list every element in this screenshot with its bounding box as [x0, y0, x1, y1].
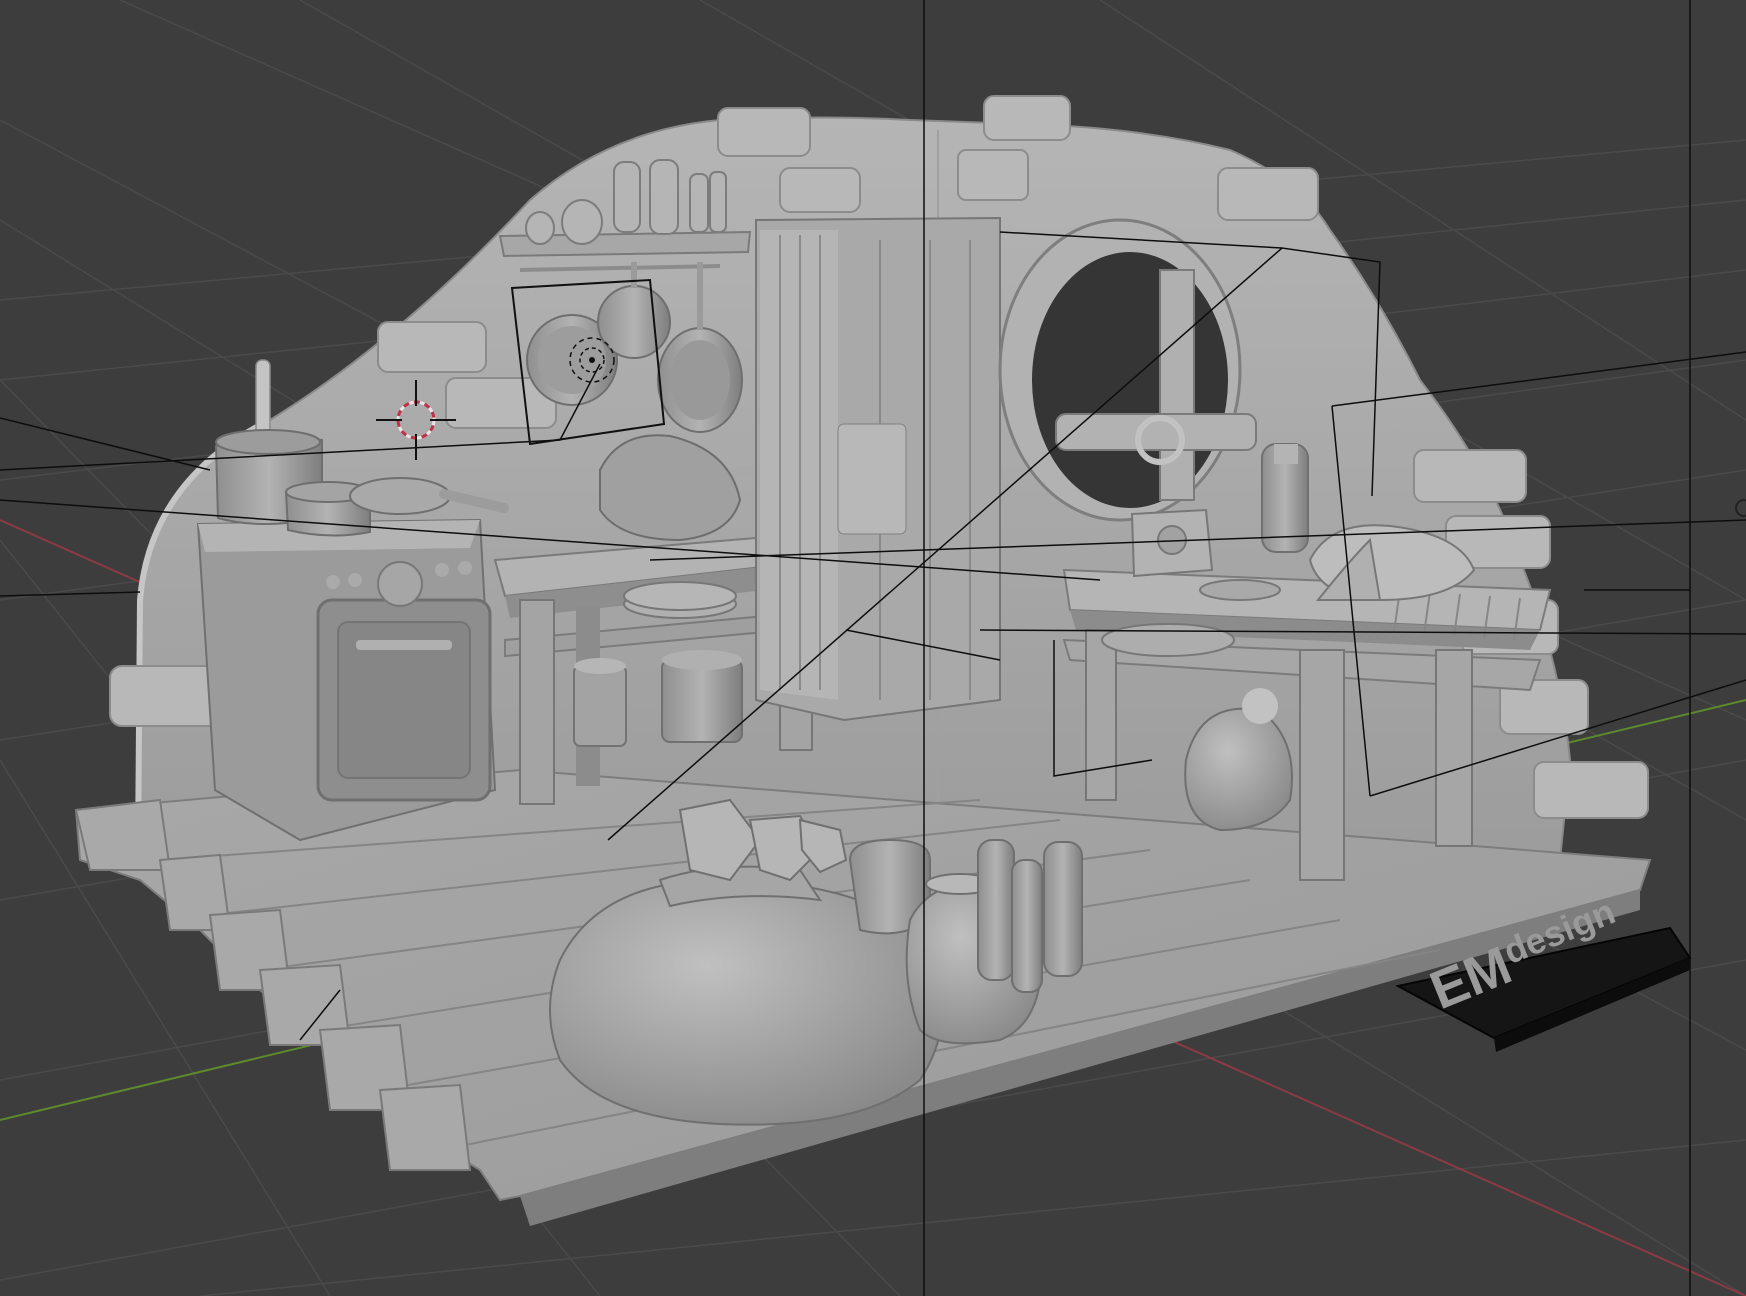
- radio-box[interactable]: [1130, 508, 1214, 578]
- cabinet-plates: [837, 423, 907, 535]
- plates-under-table: [1101, 623, 1235, 657]
- viewport-scene[interactable]: EM design: [0, 0, 1746, 1296]
- plate-on-right-table: [1199, 579, 1281, 601]
- cabinet[interactable]: [755, 216, 1001, 722]
- bottles[interactable]: [977, 839, 1083, 993]
- stove[interactable]: [196, 518, 497, 842]
- plate-stack[interactable]: [623, 581, 737, 619]
- 3d-viewport[interactable]: EM design: [0, 0, 1746, 1296]
